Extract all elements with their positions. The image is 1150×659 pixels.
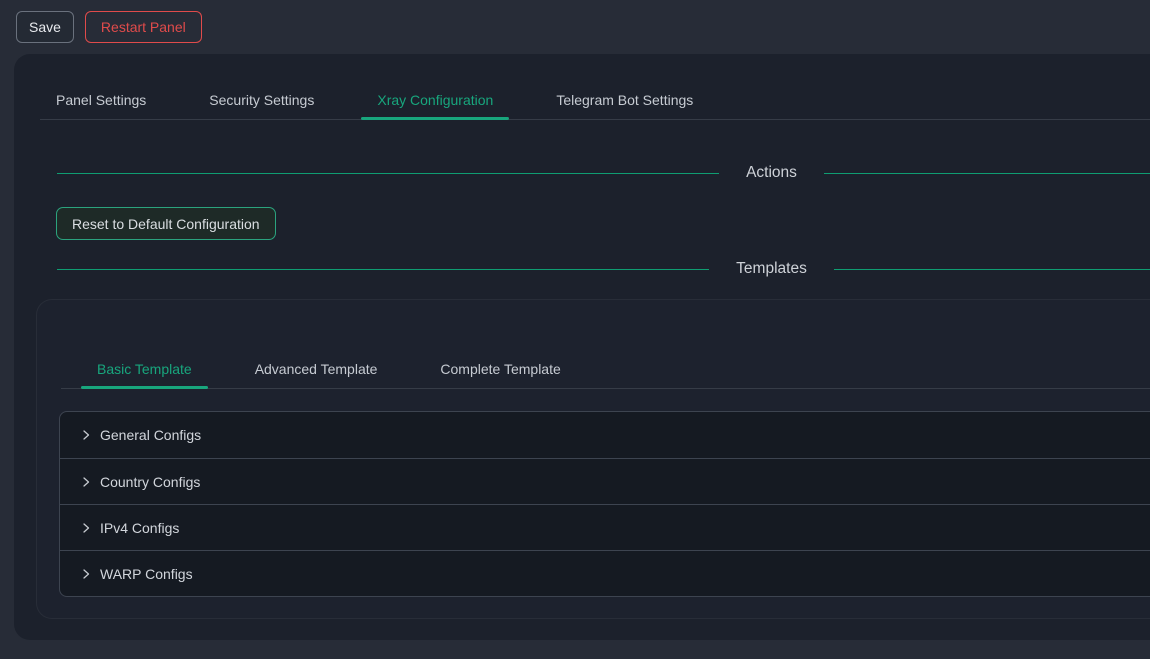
collapse-item-ipv4-configs[interactable]: IPv4 Configs <box>60 504 1150 550</box>
settings-tab-bar: Panel Settings Security Settings Xray Co… <box>40 80 1150 120</box>
templates-divider-label: Templates <box>709 260 834 278</box>
template-collapse-list: General Configs Country Configs IPv4 Con… <box>59 411 1150 597</box>
templates-card: Basic Template Advanced Template Complet… <box>36 299 1150 619</box>
divider-line <box>57 173 719 174</box>
save-button[interactable]: Save <box>16 11 74 43</box>
tab-advanced-template[interactable]: Advanced Template <box>239 349 394 388</box>
actions-divider: Actions <box>57 162 1150 184</box>
collapse-item-label: Country Configs <box>100 474 200 490</box>
collapse-item-warp-configs[interactable]: WARP Configs <box>60 550 1150 596</box>
chevron-right-icon <box>80 476 92 488</box>
reset-to-default-button[interactable]: Reset to Default Configuration <box>56 207 276 240</box>
collapse-item-general-configs[interactable]: General Configs <box>60 412 1150 458</box>
chevron-right-icon <box>80 568 92 580</box>
restart-panel-button[interactable]: Restart Panel <box>85 11 202 43</box>
tab-telegram-bot-settings[interactable]: Telegram Bot Settings <box>540 80 709 119</box>
tab-basic-template[interactable]: Basic Template <box>81 349 208 388</box>
actions-divider-label: Actions <box>719 164 824 182</box>
collapse-item-label: General Configs <box>100 427 201 443</box>
collapse-item-label: IPv4 Configs <box>100 520 179 536</box>
chevron-right-icon <box>80 429 92 441</box>
divider-line <box>834 269 1150 270</box>
tab-xray-configuration[interactable]: Xray Configuration <box>361 80 509 119</box>
divider-line <box>824 173 1150 174</box>
template-tab-bar: Basic Template Advanced Template Complet… <box>61 349 1150 389</box>
templates-divider: Templates <box>57 258 1150 280</box>
collapse-item-country-configs[interactable]: Country Configs <box>60 458 1150 504</box>
divider-line <box>57 269 709 270</box>
collapse-item-label: WARP Configs <box>100 566 193 582</box>
settings-card: Panel Settings Security Settings Xray Co… <box>14 54 1150 640</box>
tab-panel-settings[interactable]: Panel Settings <box>40 80 162 119</box>
chevron-right-icon <box>80 522 92 534</box>
tab-security-settings[interactable]: Security Settings <box>193 80 330 119</box>
tab-complete-template[interactable]: Complete Template <box>424 349 576 388</box>
topbar: Save Restart Panel <box>0 0 1150 54</box>
